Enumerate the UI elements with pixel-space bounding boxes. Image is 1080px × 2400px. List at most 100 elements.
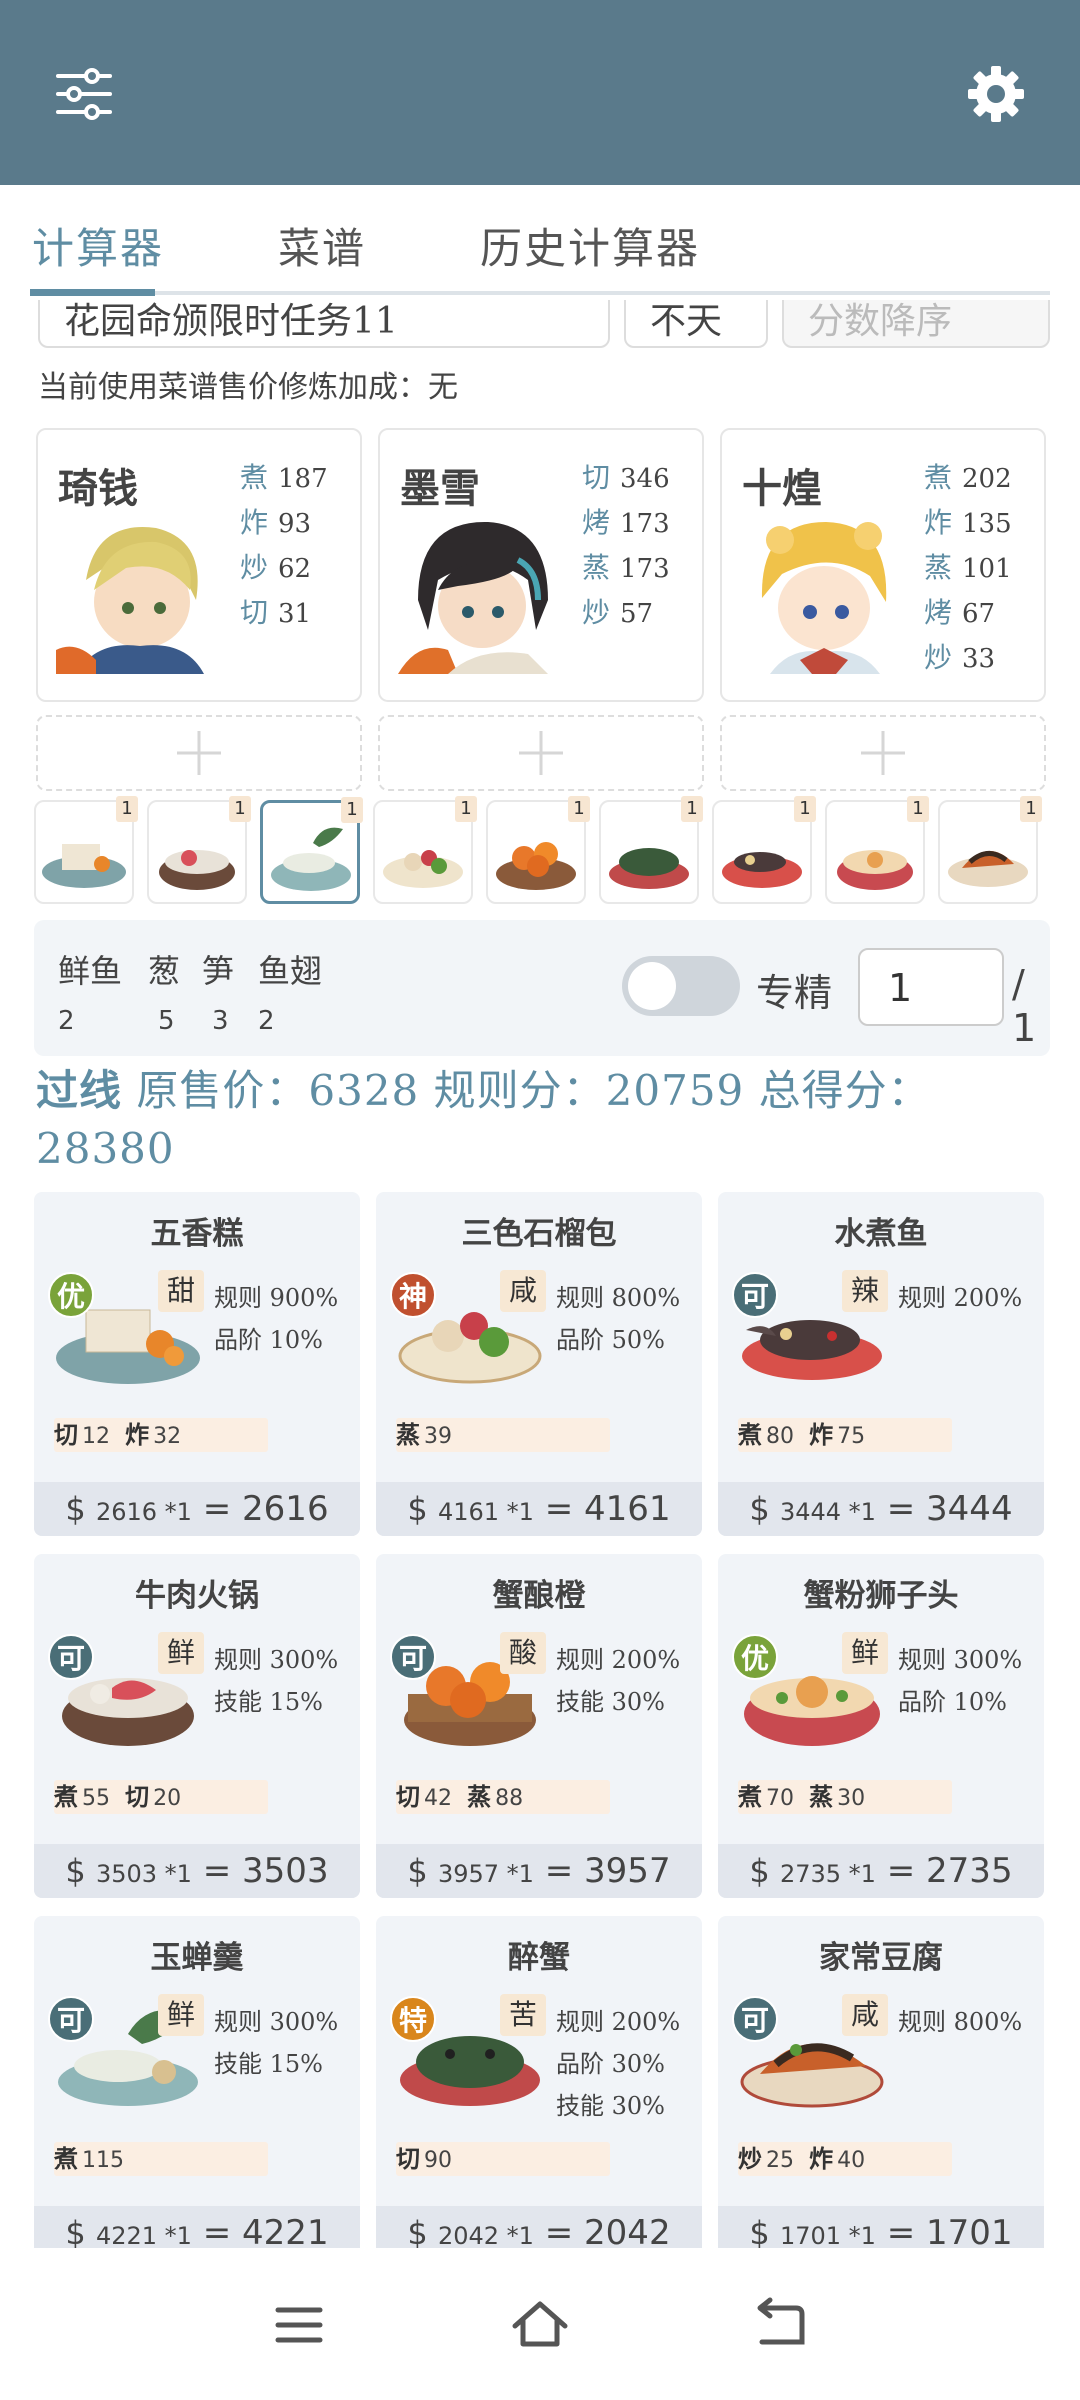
unit-price: 3957 — [437, 1860, 500, 1888]
stat-value: 346 — [620, 464, 670, 494]
price-bar: $ 3444 *1 = 3444 — [718, 1482, 1044, 1536]
dish-thumb[interactable]: 1 — [825, 796, 929, 904]
recipe-card[interactable]: 五香糕 优 甜 规则 900% 品阶 10% 切 12 炸 32 $ 2616 *1… — [34, 1192, 360, 1536]
tab-calculator[interactable]: 计算器 — [32, 215, 164, 276]
skill-req: 炒 25 — [738, 2142, 794, 2178]
skill-req: 炸 40 — [809, 2142, 865, 2178]
skill-req: 切 12 — [54, 1418, 110, 1454]
price-total: 2616 — [242, 1489, 329, 1529]
skill-value: 115 — [82, 2148, 124, 2173]
chef-stat: 炒 62 — [240, 546, 328, 591]
multiplier: *1 — [164, 2222, 192, 2248]
skill-value: 39 — [424, 1424, 452, 1449]
skill-key: 蒸 — [809, 1782, 834, 1811]
back-icon[interactable] — [746, 2290, 816, 2360]
dish-count: 1 — [341, 797, 363, 823]
chef-stat: 切 31 — [240, 591, 328, 636]
sort-select[interactable]: 分数降序 — [782, 300, 1050, 348]
system-nav-bar — [0, 2248, 1080, 2400]
multiplier: *1 — [848, 1860, 876, 1888]
price-bonus-text: 当前使用菜谱售价修炼加成：无 — [38, 370, 458, 405]
recipe-card[interactable]: 家常豆腐 可 咸 规则 800% 炒 25 炸 40 $ 1701 *1 = 170… — [718, 1916, 1044, 2248]
stat-key: 切 — [240, 596, 269, 629]
skill-req: 煮 115 — [54, 2142, 124, 2178]
dish-thumb[interactable]: 1 — [147, 796, 251, 904]
ingredient-qty: 2 — [258, 1006, 275, 1036]
dish-thumb[interactable]: 1 — [486, 796, 590, 904]
recipe-card[interactable]: 蟹粉狮子头 优 鲜 规则 300% 品阶 10% 煮 70 蒸 30 $ 2735 … — [718, 1554, 1044, 1898]
multiplier: *1 — [506, 1498, 534, 1526]
add-equip-slot-1[interactable] — [36, 715, 362, 791]
chef-card-2[interactable]: 墨雪 切 346 烤 173 蒸 173 炒 57 — [378, 428, 704, 702]
skill-value: 40 — [837, 2148, 866, 2173]
recipe-card[interactable]: 三色石榴包 神 咸 规则 800% 品阶 50% 蒸 39 $ 4161 *1 =… — [376, 1192, 702, 1536]
tab-recipes[interactable]: 菜谱 — [278, 215, 366, 276]
dish-thumb[interactable]: 1 — [34, 796, 138, 904]
dish-thumb[interactable]: 1 — [599, 796, 703, 904]
dish-count: 1 — [1020, 796, 1042, 822]
toggle-knob — [628, 962, 676, 1010]
grade-badge: 可 — [390, 1634, 436, 1680]
skill-key: 蒸 — [396, 1420, 420, 1449]
skill-value: 30 — [837, 1786, 866, 1811]
specialize-count-input[interactable]: 1 — [858, 948, 1004, 1026]
price-bar: $ 2735 *1 = 2735 — [718, 1844, 1044, 1898]
day-select-value: 不天 — [650, 301, 723, 342]
stat-key: 煮 — [240, 461, 269, 494]
skill-value: 70 — [766, 1786, 794, 1811]
multiplier: *1 — [506, 1860, 534, 1888]
chef-stat: 炸 135 — [924, 501, 1012, 546]
recipe-card[interactable]: 蟹酿橙 可 酸 规则 200% 技能 30% 切 42 蒸 88 $ 3957 *1… — [376, 1554, 702, 1898]
chef-card-3[interactable]: 十煌 煮 202 炸 135 蒸 101 烤 67 炒 33 — [720, 428, 1046, 702]
rule-line: 规则 800% — [556, 1284, 681, 1312]
dish-thumb[interactable]: 1 — [712, 796, 816, 904]
ingredient-item: 鲜鱼 2 — [58, 946, 122, 1036]
dish-thumb-selected[interactable]: 1 — [260, 797, 363, 904]
sliders-icon[interactable] — [52, 62, 116, 126]
gear-icon[interactable] — [964, 62, 1028, 126]
rule-line: 技能 15% — [214, 2050, 323, 2078]
add-equip-slot-3[interactable] — [720, 715, 1046, 791]
specialize-toggle[interactable] — [622, 956, 740, 1016]
chef-stat: 烤 67 — [924, 591, 1012, 636]
recipe-card[interactable]: 醉蟹 特 苦 规则 200% 品阶 30% 技能 30% 切 90 $ 2042 … — [376, 1916, 702, 2248]
dish-thumb[interactable]: 1 — [938, 796, 1042, 904]
stat-value: 31 — [278, 599, 312, 629]
skill-key: 炸 — [125, 1420, 150, 1449]
rule-select[interactable]: 花园命颁限时任务11 — [38, 300, 610, 348]
price-total: 3444 — [926, 1489, 1013, 1529]
dish-count: 1 — [681, 796, 703, 822]
chef-portrait — [398, 510, 562, 674]
price-total: 4161 — [584, 1489, 671, 1529]
skill-value: 75 — [837, 1424, 866, 1449]
recipe-card[interactable]: 牛肉火锅 可 鲜 规则 300% 技能 15% 煮 55 切 20 $ 3503 *… — [34, 1554, 360, 1898]
tab-history-calculator[interactable]: 历史计算器 — [480, 215, 700, 276]
recipe-name: 醉蟹 — [508, 1940, 570, 1976]
recipe-name: 水煮鱼 — [834, 1216, 928, 1252]
dish-thumb[interactable]: 1 — [373, 796, 477, 904]
day-select[interactable]: 不天 — [624, 300, 768, 348]
chef-card-1[interactable]: 琦钱 煮 187 炸 93 炒 62 切 31 — [36, 428, 362, 702]
rule-list: 规则 300% 品阶 10% — [898, 1640, 1022, 1724]
rule-list: 规则 300% 技能 15% — [214, 2002, 338, 2086]
recipe-card[interactable]: 玉蝉羹 可 鲜 规则 300% 技能 15% 煮 115 $ 4221 *1 = … — [34, 1916, 360, 2248]
taste-badge: 鲜 — [158, 1632, 204, 1674]
skill-value: 32 — [153, 1424, 182, 1449]
recipe-card[interactable]: 水煮鱼 可 辣 规则 200% 煮 80 炸 75 $ 3444 *1 = 3444 — [718, 1192, 1044, 1536]
stat-value: 67 — [962, 599, 996, 629]
skill-value: 88 — [495, 1786, 524, 1811]
skill-key: 煮 — [738, 1782, 762, 1811]
recent-apps-icon[interactable] — [264, 2290, 334, 2360]
skill-value: 90 — [424, 2148, 452, 2173]
skill-req: 炸 32 — [125, 1418, 181, 1454]
add-equip-slot-2[interactable] — [378, 715, 704, 791]
skill-key: 煮 — [738, 1420, 762, 1449]
stat-value: 173 — [620, 554, 670, 584]
chef-stat: 煮 202 — [924, 456, 1012, 501]
stat-key: 切 — [582, 461, 611, 494]
skill-req: 煮 80 — [738, 1418, 794, 1454]
rule-line: 技能 15% — [214, 1688, 323, 1716]
stat-value: 57 — [620, 599, 654, 629]
ingredient-item: 笋 3 — [202, 946, 234, 1036]
home-icon[interactable] — [505, 2290, 575, 2360]
